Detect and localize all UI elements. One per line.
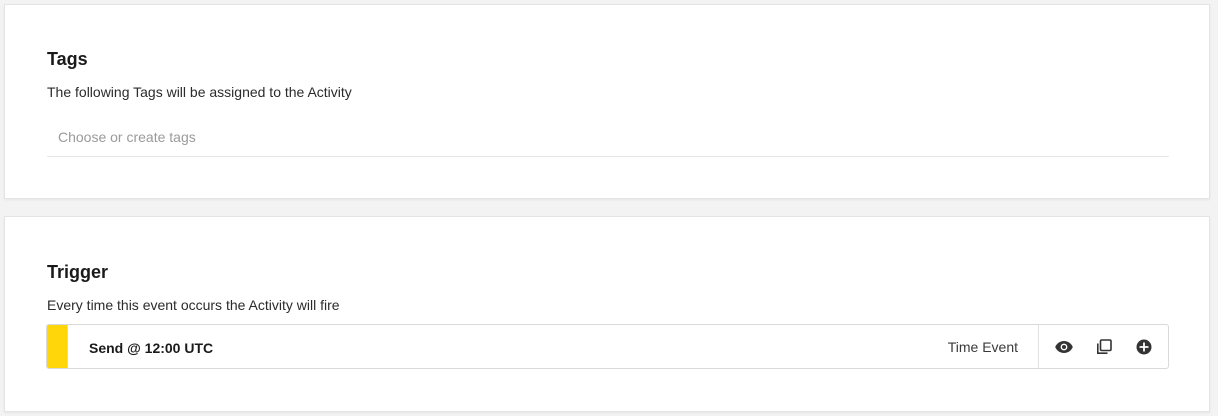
add-trigger-button[interactable]: [1130, 333, 1158, 361]
eye-icon: [1055, 340, 1073, 353]
duplicate-trigger-button[interactable]: [1090, 333, 1118, 361]
copy-icon: [1096, 338, 1112, 355]
trigger-accent-bar: [47, 325, 68, 368]
trigger-title: Trigger: [47, 262, 109, 282]
plus-circle-icon: [1136, 339, 1152, 355]
tags-input[interactable]: [47, 117, 1169, 157]
trigger-item[interactable]: Send @ 12:00 UTC Time Event: [46, 324, 1169, 369]
trigger-actions: [1038, 325, 1168, 368]
tags-title: Tags: [47, 49, 88, 69]
trigger-name: Send @ 12:00 UTC: [89, 339, 214, 356]
view-trigger-button[interactable]: [1050, 333, 1078, 361]
tags-description: The following Tags will be assigned to t…: [47, 84, 352, 100]
trigger-description: Every time this event occurs the Activit…: [47, 297, 340, 313]
tags-card: Tags The following Tags will be assigned…: [4, 4, 1210, 199]
trigger-type: Time Event: [947, 338, 1018, 355]
trigger-card: Trigger Every time this event occurs the…: [4, 216, 1210, 412]
